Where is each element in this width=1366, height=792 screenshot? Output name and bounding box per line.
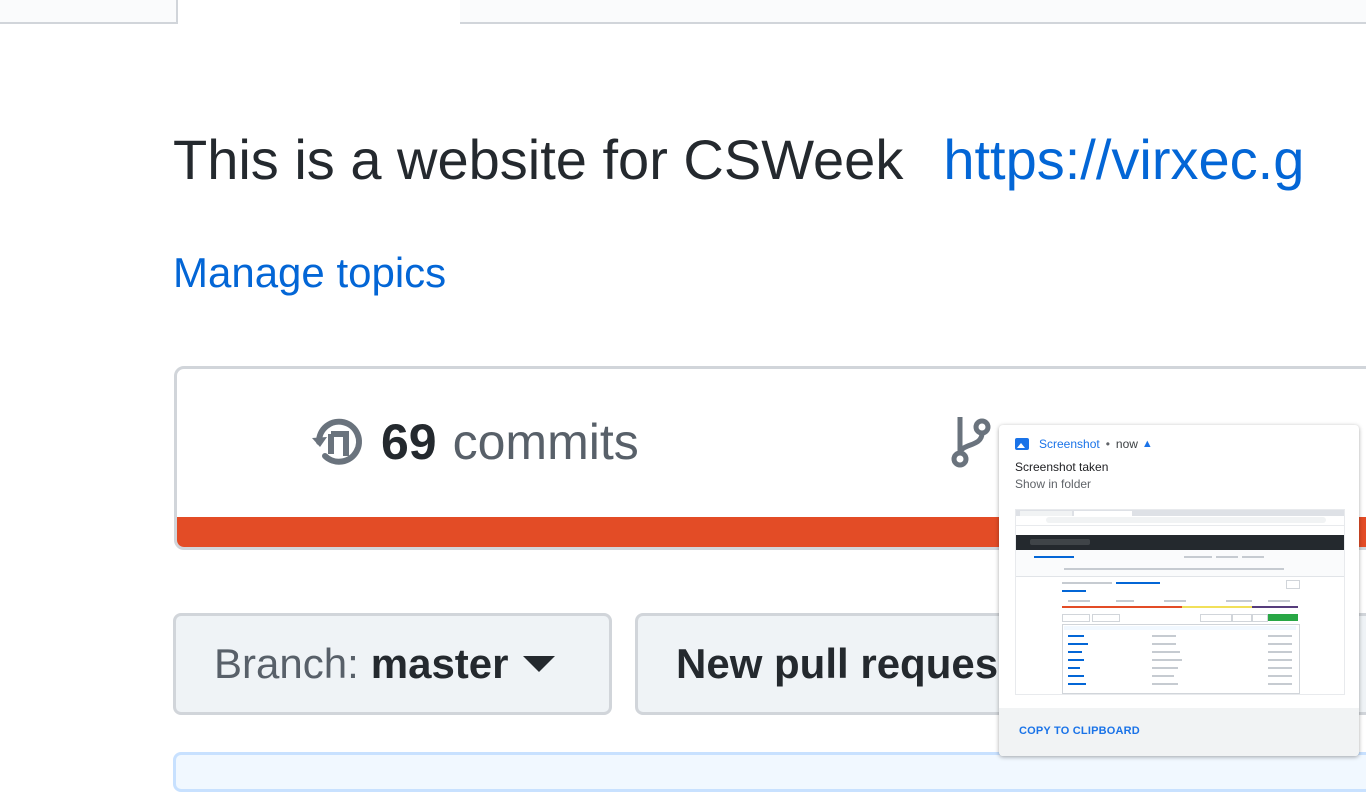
show-in-folder-link[interactable]: Show in folder	[1015, 477, 1091, 491]
thumb-edit	[1286, 580, 1300, 589]
thumb-age	[1268, 635, 1292, 637]
thumb-repo-title	[1034, 556, 1074, 558]
notification-title: Screenshot taken	[1015, 460, 1109, 474]
thumb-msg	[1152, 667, 1178, 669]
thumb-lang-html	[1062, 606, 1182, 608]
git-branch-icon	[951, 417, 991, 468]
thumb-branches	[1116, 600, 1134, 602]
commits-link[interactable]: 69 commits	[309, 413, 639, 471]
notification-app-name: Screenshot	[1039, 437, 1100, 451]
screenshot-notification[interactable]: Screenshot • now ▲ Screenshot taken Show…	[999, 425, 1359, 756]
commits-label: commits	[452, 414, 639, 470]
thumb-commit-row	[1064, 626, 1296, 630]
thumb-clone	[1268, 614, 1298, 621]
thumb-license	[1268, 600, 1290, 602]
thumb-age	[1268, 675, 1292, 677]
history-icon	[312, 418, 362, 465]
thumb-omnibox	[1046, 517, 1326, 523]
thumb-topics	[1062, 590, 1086, 592]
homepage-link[interactable]: https://virxec.g	[943, 128, 1304, 191]
thumb-age	[1268, 683, 1292, 685]
thumb-file	[1068, 651, 1082, 653]
repo-nav-tabs	[0, 0, 1366, 26]
thumb-fork	[1242, 556, 1264, 558]
repo-description: This is a website for CSWeek https://virx…	[173, 128, 1304, 192]
thumb-msg	[1152, 643, 1176, 645]
branch-prefix: Branch:	[214, 640, 359, 687]
thumb-file	[1068, 683, 1086, 685]
thumb-repo-head	[1016, 550, 1344, 577]
thumb-contributors	[1226, 600, 1252, 602]
thumb-lang-js	[1182, 606, 1252, 608]
thumb-bookmarks	[1016, 526, 1344, 533]
branch-name: master	[370, 640, 509, 687]
thumb-file	[1068, 659, 1084, 661]
thumb-branch-btn	[1062, 614, 1090, 622]
commit-tease	[173, 752, 1366, 792]
repo-tab-active[interactable]	[176, 0, 462, 24]
thumb-github-search	[1030, 539, 1090, 545]
thumb-upload	[1232, 614, 1252, 622]
notification-header: Screenshot • now ▲	[1015, 437, 1153, 451]
thumb-description	[1062, 582, 1112, 584]
thumb-homepage	[1116, 582, 1160, 584]
thumb-age	[1268, 643, 1292, 645]
thumb-watch	[1184, 556, 1212, 558]
thumb-age	[1268, 659, 1292, 661]
thumb-lang-css	[1252, 606, 1298, 608]
thumb-pr-btn	[1092, 614, 1120, 622]
thumb-find	[1252, 614, 1268, 622]
image-icon	[1015, 438, 1029, 450]
caret-down-icon	[522, 656, 555, 672]
thumb-file	[1068, 635, 1084, 637]
notification-actions: COPY TO CLIPBOARD	[999, 708, 1359, 756]
thumb-age	[1268, 651, 1292, 653]
branch-select-button[interactable]: Branch: master	[173, 613, 612, 715]
thumb-msg	[1152, 659, 1182, 661]
notification-time: now	[1115, 437, 1138, 451]
thumb-commits	[1068, 600, 1090, 602]
screenshot-thumbnail[interactable]	[1015, 509, 1345, 695]
thumb-repo-tabs	[1064, 568, 1284, 570]
repo-tab-bar-fill	[460, 0, 1366, 24]
thumb-create-file	[1200, 614, 1232, 622]
commits-count: 69	[381, 414, 437, 470]
notification-separator: •	[1105, 437, 1110, 451]
copy-to-clipboard-button[interactable]: COPY TO CLIPBOARD	[1019, 725, 1140, 737]
thumb-star	[1216, 556, 1238, 558]
thumb-file	[1068, 675, 1084, 677]
repo-tab[interactable]	[0, 0, 178, 24]
thumb-msg	[1152, 675, 1174, 677]
thumb-file	[1068, 667, 1080, 669]
thumb-releases	[1164, 600, 1186, 602]
thumb-msg	[1152, 651, 1180, 653]
chevron-up-icon[interactable]: ▲	[1142, 438, 1153, 450]
description-text: This is a website for CSWeek	[173, 128, 904, 191]
thumb-msg	[1152, 683, 1178, 685]
thumb-msg	[1152, 635, 1176, 637]
thumb-file	[1068, 643, 1088, 645]
branches-link[interactable]	[950, 413, 994, 469]
manage-topics-link[interactable]: Manage topics	[173, 250, 446, 296]
thumb-age	[1268, 667, 1292, 669]
